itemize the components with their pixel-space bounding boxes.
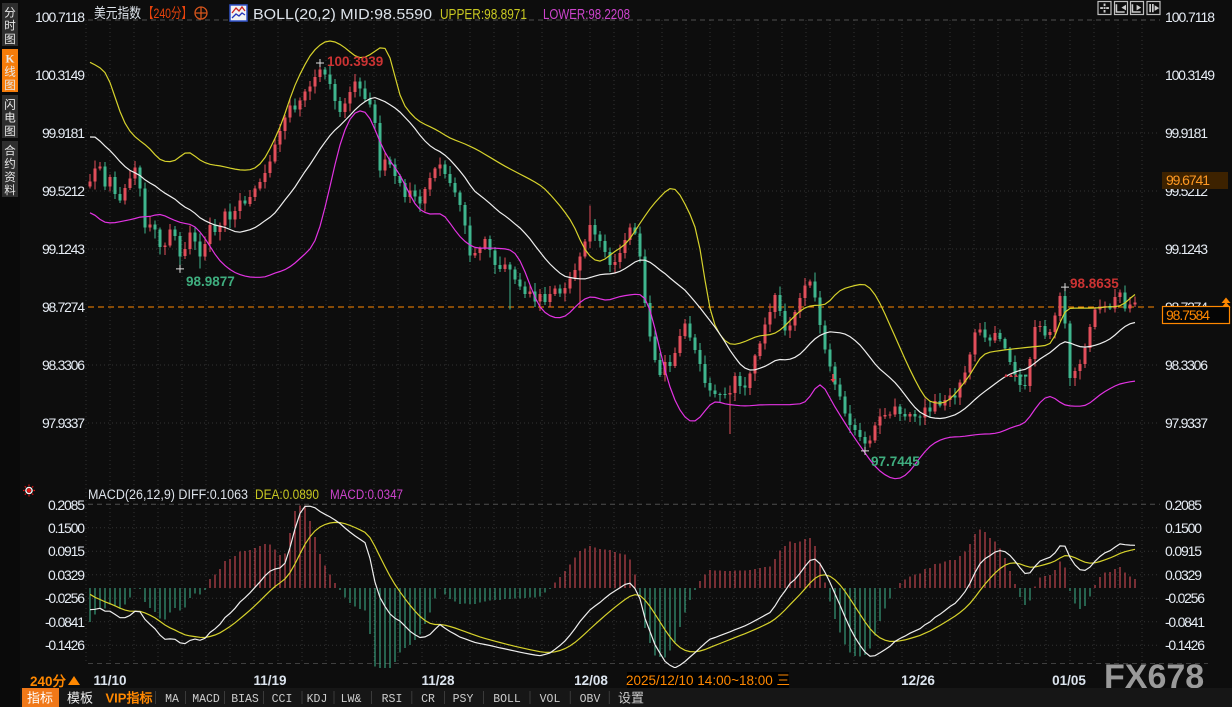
svg-text:0.0329: 0.0329 xyxy=(48,567,85,583)
svg-text:01/05: 01/05 xyxy=(1052,673,1086,688)
svg-text:0.0915: 0.0915 xyxy=(48,543,85,559)
svg-text:0.2085: 0.2085 xyxy=(1165,497,1202,513)
svg-text:图: 图 xyxy=(4,33,16,46)
svg-text:0.1500: 0.1500 xyxy=(1165,520,1202,536)
svg-text:料: 料 xyxy=(4,183,16,197)
svg-text:2025/12/10 14:00~18:00 三: 2025/12/10 14:00~18:00 三 xyxy=(626,673,790,688)
svg-text:12/26: 12/26 xyxy=(901,673,935,688)
svg-text:BOLL: BOLL xyxy=(493,693,521,706)
svg-text:CR: CR xyxy=(421,693,435,706)
svg-text:100.7118: 100.7118 xyxy=(1165,9,1215,25)
svg-text:98.8635: 98.8635 xyxy=(1070,276,1119,291)
svg-text:PSY: PSY xyxy=(453,693,474,706)
svg-text:97.9337: 97.9337 xyxy=(42,415,85,431)
svg-text:图: 图 xyxy=(4,79,16,92)
svg-text:分: 分 xyxy=(4,7,16,20)
svg-text:MACD: MACD xyxy=(192,693,220,706)
svg-text:合: 合 xyxy=(4,144,16,158)
svg-text:98.7584: 98.7584 xyxy=(1166,307,1210,323)
svg-text:-0.0256: -0.0256 xyxy=(1165,590,1205,606)
svg-text:0.0915: 0.0915 xyxy=(1165,543,1202,559)
svg-text:0.1500: 0.1500 xyxy=(48,520,85,536)
svg-text:-0.0841: -0.0841 xyxy=(1165,614,1205,630)
svg-text:线: 线 xyxy=(4,65,16,79)
svg-text:-0.1426: -0.1426 xyxy=(1165,637,1205,653)
svg-text:约: 约 xyxy=(4,157,16,171)
svg-text:11/19: 11/19 xyxy=(253,673,286,688)
svg-text:100.3939: 100.3939 xyxy=(327,54,383,69)
svg-text:100.7118: 100.7118 xyxy=(35,9,85,25)
svg-text:100.3149: 100.3149 xyxy=(1165,67,1215,83)
svg-text:11/28: 11/28 xyxy=(421,673,455,688)
svg-text:LW&: LW& xyxy=(341,693,362,706)
svg-text:99.9181: 99.9181 xyxy=(42,125,85,141)
svg-text:BOLL(20,2) MID:98.5590: BOLL(20,2) MID:98.5590 xyxy=(253,6,432,23)
svg-text:图: 图 xyxy=(4,125,16,138)
svg-text:240分: 240分 xyxy=(30,674,67,689)
svg-text:RSI: RSI xyxy=(382,693,403,706)
svg-text:指标: 指标 xyxy=(27,691,53,706)
svg-text:DEA:0.0890: DEA:0.0890 xyxy=(255,487,319,502)
svg-text:99.9181: 99.9181 xyxy=(1165,125,1208,141)
svg-text:K: K xyxy=(6,54,15,66)
svg-text:时: 时 xyxy=(4,20,16,33)
svg-text:闪: 闪 xyxy=(4,98,16,112)
svg-text:UPPER:98.8971: UPPER:98.8971 xyxy=(440,6,527,23)
svg-text:CCI: CCI xyxy=(272,693,293,706)
svg-text:资: 资 xyxy=(4,171,16,184)
svg-text:【240分】: 【240分】 xyxy=(143,5,192,21)
svg-text:-0.1426: -0.1426 xyxy=(45,637,85,653)
svg-text:VOL: VOL xyxy=(540,693,561,706)
svg-text:VIP指标: VIP指标 xyxy=(106,691,153,706)
svg-text:电: 电 xyxy=(4,112,16,125)
svg-text:99.5212: 99.5212 xyxy=(42,183,85,199)
svg-text:美元指数: 美元指数 xyxy=(94,5,141,21)
svg-text:99.1243: 99.1243 xyxy=(1165,241,1208,257)
svg-text:设置: 设置 xyxy=(618,691,644,706)
svg-text:MA: MA xyxy=(165,693,179,706)
svg-text:98.3306: 98.3306 xyxy=(42,357,85,373)
svg-text:11/10: 11/10 xyxy=(93,673,126,688)
svg-text:97.9337: 97.9337 xyxy=(1165,415,1208,431)
svg-text:BIAS: BIAS xyxy=(231,693,259,706)
svg-text:0.2085: 0.2085 xyxy=(48,497,85,513)
svg-text:97.7445: 97.7445 xyxy=(871,454,920,469)
svg-text:KDJ: KDJ xyxy=(307,693,328,706)
svg-text:0.0329: 0.0329 xyxy=(1165,567,1202,583)
svg-text:100.3149: 100.3149 xyxy=(35,67,85,83)
svg-text:12/08: 12/08 xyxy=(574,673,608,688)
svg-text:LOWER:98.2208: LOWER:98.2208 xyxy=(543,6,630,23)
svg-text:98.3306: 98.3306 xyxy=(1165,357,1208,373)
svg-text:模板: 模板 xyxy=(67,691,93,706)
svg-text:MACD(26,12,9) DIFF:0.1063: MACD(26,12,9) DIFF:0.1063 xyxy=(88,487,248,502)
svg-text:MACD:0.0347: MACD:0.0347 xyxy=(330,487,403,502)
svg-text:99.1243: 99.1243 xyxy=(42,241,85,257)
svg-text:-0.0256: -0.0256 xyxy=(45,590,85,606)
svg-text:OBV: OBV xyxy=(580,693,601,706)
svg-text:99.6741: 99.6741 xyxy=(1166,172,1210,188)
svg-text:-0.0841: -0.0841 xyxy=(45,614,85,630)
svg-text:98.9877: 98.9877 xyxy=(186,274,235,289)
svg-text:98.7274: 98.7274 xyxy=(42,299,85,315)
